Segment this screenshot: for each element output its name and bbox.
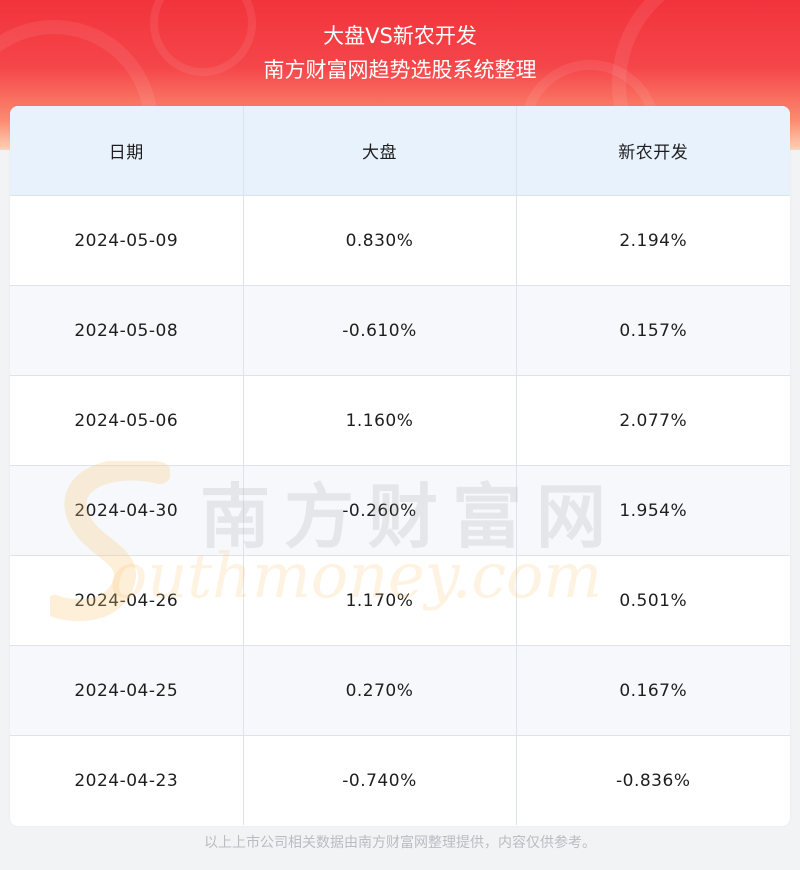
cell-stock-change: 1.954% [516,465,790,556]
cell-stock-change: 0.167% [516,645,790,736]
cell-market-change: 1.160% [243,375,517,466]
table-header-row: 日期 大盘 新农开发 [10,106,790,196]
cell-date: 2024-05-09 [10,195,244,286]
comparison-table: 日期 大盘 新农开发 2024-05-09 0.830% 2.194% 2024… [10,106,790,825]
page-title: 大盘VS新农开发 [323,24,477,48]
cell-stock-change: 0.501% [516,555,790,646]
cell-market-change: -0.610% [243,285,517,376]
cell-date: 2024-04-23 [10,735,244,825]
cell-market-change: -0.260% [243,465,517,556]
cell-market-change: 0.270% [243,645,517,736]
table-row: 2024-04-23 -0.740% -0.836% [10,735,790,825]
cell-date: 2024-04-25 [10,645,244,736]
page-subtitle: 南方财富网趋势选股系统整理 [263,58,537,82]
comparison-table-card: 日期 大盘 新农开发 2024-05-09 0.830% 2.194% 2024… [10,106,790,826]
table-row: 2024-05-08 -0.610% 0.157% [10,285,790,376]
column-header-date: 日期 [10,106,244,196]
cell-stock-change: 0.157% [516,285,790,376]
table-row: 2024-05-09 0.830% 2.194% [10,195,790,286]
cell-stock-change: -0.836% [516,735,790,825]
cell-market-change: 1.170% [243,555,517,646]
cell-stock-change: 2.077% [516,375,790,466]
cell-stock-change: 2.194% [516,195,790,286]
column-header-market: 大盘 [243,106,517,196]
cell-date: 2024-05-06 [10,375,244,466]
column-header-stock: 新农开发 [516,106,790,196]
table-row: 2024-04-26 1.170% 0.501% [10,555,790,646]
cell-date: 2024-04-26 [10,555,244,646]
footer-disclaimer: 以上上市公司相关数据由南方财富网整理提供，内容仅供参考。 [204,835,596,851]
table-row: 2024-05-06 1.160% 2.077% [10,375,790,466]
table-row: 2024-04-25 0.270% 0.167% [10,645,790,736]
cell-date: 2024-05-08 [10,285,244,376]
cell-date: 2024-04-30 [10,465,244,556]
cell-market-change: 0.830% [243,195,517,286]
cell-market-change: -0.740% [243,735,517,825]
table-row: 2024-04-30 -0.260% 1.954% [10,465,790,556]
